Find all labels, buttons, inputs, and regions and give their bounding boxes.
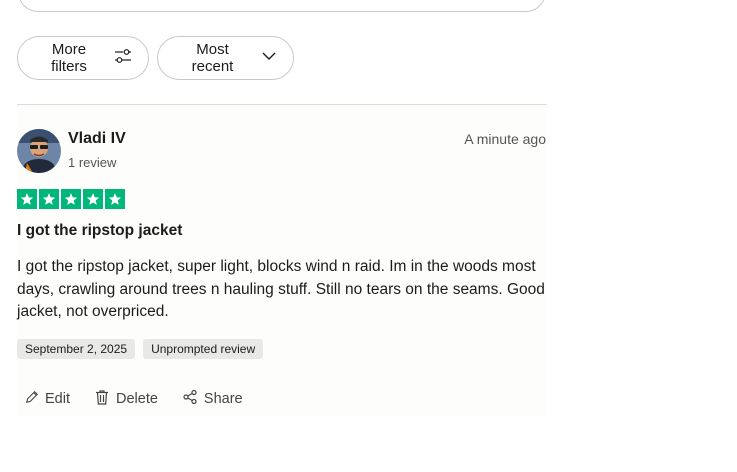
star-rating [17, 189, 125, 209]
review-body: I got the ripstop jacket, super light, b… [17, 258, 545, 320]
date-badge: September 2, 2025 [17, 339, 136, 359]
star-icon [105, 189, 125, 209]
share-label: Share [203, 391, 243, 407]
trash-icon [94, 389, 116, 409]
review-tags: September 2, 2025 Unprompted review [17, 339, 264, 359]
more-filters-button[interactable]: More filters [17, 36, 149, 80]
sort-label: Most recent [191, 41, 234, 75]
sliders-icon [114, 47, 132, 69]
unprompted-badge: Unprompted review [143, 339, 264, 359]
delete-label: Delete [116, 391, 158, 407]
search-field[interactable] [18, 0, 546, 12]
pencil-icon [25, 390, 45, 408]
edit-label: Edit [45, 391, 70, 407]
star-icon [83, 189, 103, 209]
more-filters-label: More filters [51, 41, 87, 75]
star-icon [61, 189, 81, 209]
share-icon [182, 389, 204, 409]
chevron-down-icon [261, 48, 277, 68]
filter-bar: More filters Most recent [17, 36, 294, 80]
share-button[interactable]: Share [182, 389, 243, 409]
review-time: A minute ago [464, 131, 546, 147]
review-count: 1 review [68, 155, 117, 170]
star-icon [17, 189, 37, 209]
reviewer-name[interactable]: Vladi IV [68, 130, 126, 148]
review-actions: Edit Delete Share [25, 389, 267, 409]
avatar[interactable] [17, 129, 61, 173]
delete-button[interactable]: Delete [94, 389, 158, 409]
sort-dropdown[interactable]: Most recent [157, 36, 294, 80]
review-card: Vladi IV 1 review A minute ago I got the… [17, 105, 547, 417]
edit-button[interactable]: Edit [25, 390, 70, 408]
star-icon [39, 189, 59, 209]
review-title: I got the ripstop jacket [17, 222, 183, 239]
reviews-page: More filters Most recent Vladi IV 1 revi… [0, 0, 737, 472]
